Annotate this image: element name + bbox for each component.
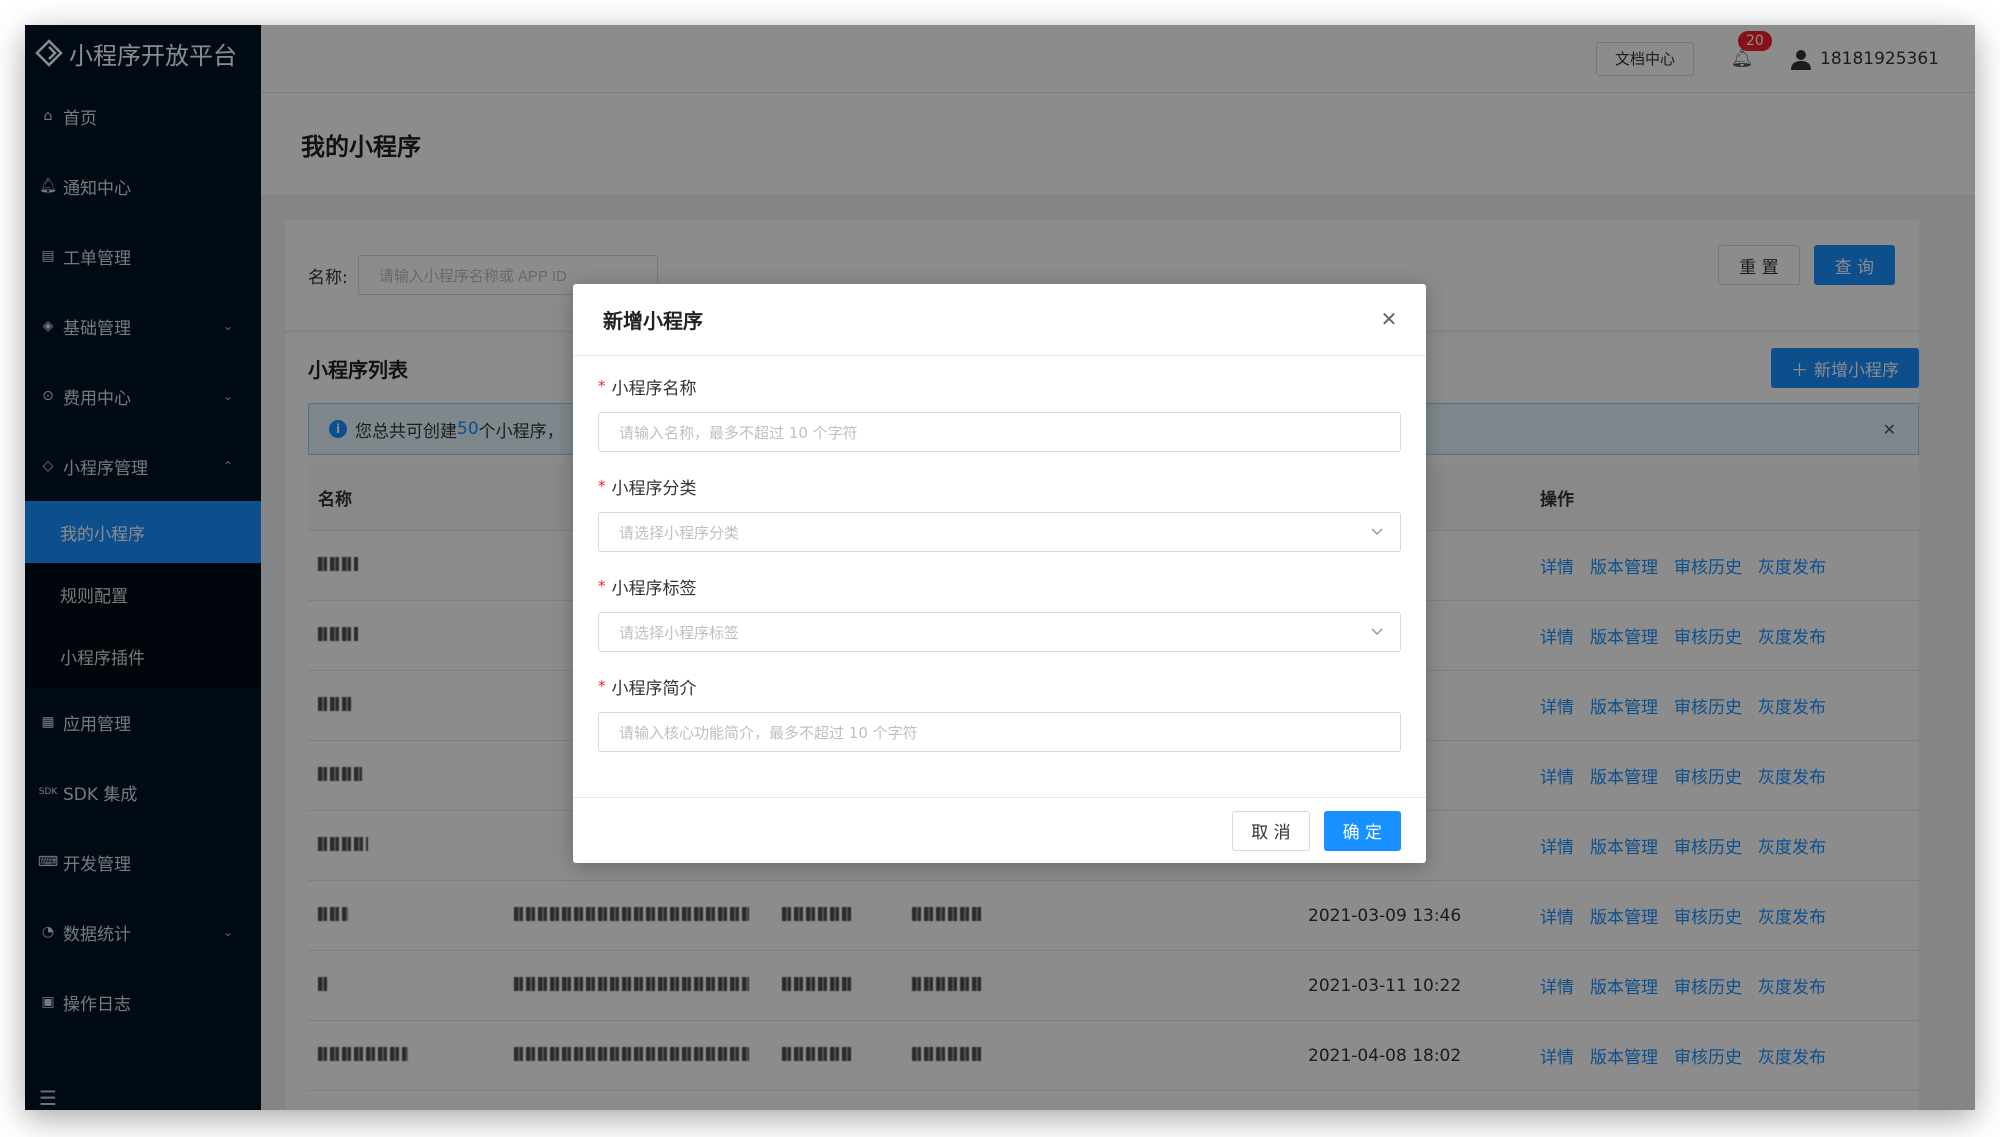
modal-body: * 小程序名称 请输入名称，最多不超过 10 个字符 * 小程序分类 请选择小程序分…: [573, 356, 1426, 752]
modal-title: 新增小程序: [603, 309, 703, 333]
field-label: * 小程序名称: [598, 374, 1401, 399]
required-mark: *: [598, 577, 606, 595]
category-select[interactable]: 请选择小程序分类: [598, 512, 1401, 552]
confirm-button[interactable]: 确 定: [1323, 810, 1401, 851]
cancel-button[interactable]: 取 消: [1232, 810, 1310, 851]
tags-select[interactable]: 请选择小程序标签: [598, 612, 1401, 652]
chevron-down-icon: [1371, 528, 1383, 536]
add-miniprogram-modal: 新增小程序 ✕ * 小程序名称 请输入名称，最多不超过 10 个字符 * 小程序分类…: [573, 284, 1426, 863]
select-placeholder: 请选择小程序标签: [619, 623, 740, 642]
field-label-text: 小程序简介: [611, 678, 697, 699]
field-label: * 小程序简介: [598, 674, 1401, 699]
modal-header: 新增小程序 ✕: [573, 284, 1426, 356]
modal-footer: 取 消 确 定: [573, 797, 1426, 863]
select-placeholder: 请选择小程序分类: [619, 523, 740, 542]
field-label: * 小程序标签: [598, 574, 1401, 599]
field-label-text: 小程序标签: [611, 578, 697, 599]
field-label-text: 小程序分类: [611, 478, 697, 499]
required-mark: *: [598, 677, 606, 695]
required-mark: *: [598, 477, 606, 495]
close-icon[interactable]: ✕: [1378, 307, 1400, 331]
field-category: * 小程序分类 请选择小程序分类: [598, 474, 1401, 552]
required-mark: *: [598, 377, 606, 395]
intro-input[interactable]: 请输入核心功能简介，最多不超过 10 个字符: [598, 712, 1401, 752]
app-window: 小程序开放平台 ⌂ 首页 🔔︎ 通知中心 ▤ 工单管理 ◈ 基础管理 ⌄ ⊙ 费用中心 ⌄ ◇…: [25, 25, 1975, 1110]
name-input[interactable]: 请输入名称，最多不超过 10 个字符: [598, 412, 1401, 452]
field-name: * 小程序名称 请输入名称，最多不超过 10 个字符: [598, 374, 1401, 452]
field-label: * 小程序分类: [598, 474, 1401, 499]
field-label-text: 小程序名称: [611, 378, 697, 399]
field-intro: * 小程序简介 请输入核心功能简介，最多不超过 10 个字符: [598, 674, 1401, 752]
field-tags: * 小程序标签 请选择小程序标签: [598, 574, 1401, 652]
chevron-down-icon: [1371, 628, 1383, 636]
